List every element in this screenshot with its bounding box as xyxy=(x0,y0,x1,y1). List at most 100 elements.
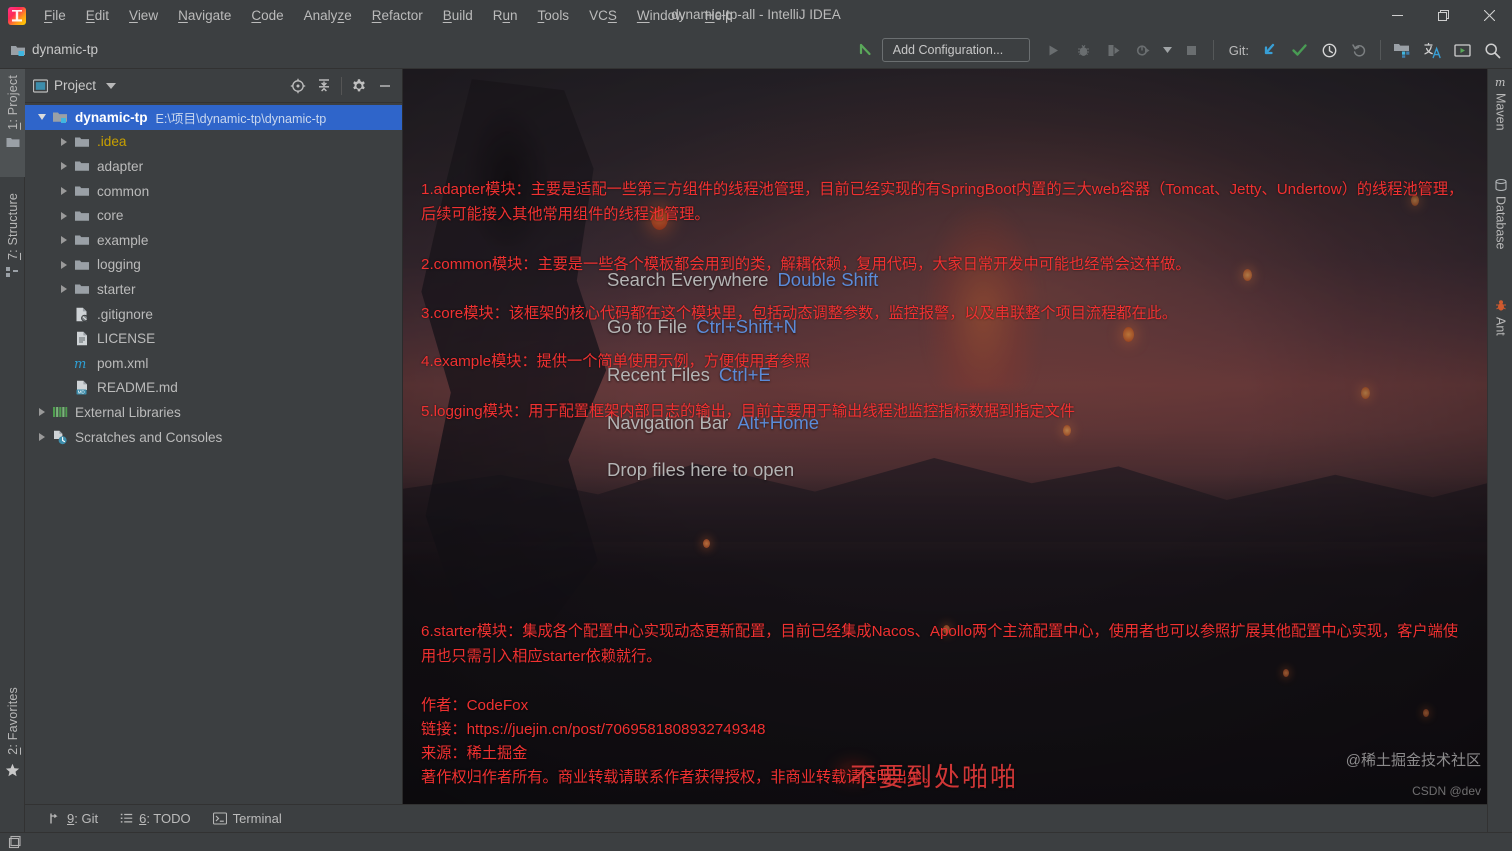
tree-row[interactable]: MD README.md xyxy=(25,376,402,401)
profiler-button[interactable] xyxy=(1130,36,1158,64)
tree-twisty-closed-icon[interactable] xyxy=(55,211,73,220)
editor-empty-area[interactable]: Search Everywhere Double Shift Go to File… xyxy=(403,69,1487,804)
sidebar-item-maven[interactable]: m Maven xyxy=(1488,75,1512,131)
tree-item-label: common xyxy=(97,183,150,199)
chevron-icon xyxy=(39,433,45,442)
chevron-icon xyxy=(61,236,67,245)
tree-row[interactable]: logging xyxy=(25,253,402,278)
markdown-file-icon: MD xyxy=(73,380,91,396)
memory-indicator-icon[interactable] xyxy=(8,835,22,849)
tree-item-label: Scratches and Consoles xyxy=(75,429,223,445)
profiler-icon xyxy=(1137,44,1150,56)
project-settings-button[interactable] xyxy=(346,73,372,99)
presentation-button[interactable] xyxy=(1448,36,1476,64)
tree-twisty-closed-icon[interactable] xyxy=(55,236,73,245)
title-bar: File Edit View Navigate Code Analyze Ref… xyxy=(0,0,1512,31)
tree-row[interactable]: LICENSE xyxy=(25,326,402,351)
menu-analyze[interactable]: Analyze xyxy=(294,4,362,27)
svg-text:m: m xyxy=(1495,76,1505,88)
chevron-icon xyxy=(61,211,67,220)
sidebar-item-maven-label: Maven xyxy=(1493,93,1508,131)
search-everywhere-button[interactable] xyxy=(1478,36,1506,64)
tree-item-label: pom.xml xyxy=(97,355,149,371)
run-dropdown-button[interactable] xyxy=(1160,36,1176,64)
sidebar-item-favorites[interactable]: 2: Favorites xyxy=(0,681,25,801)
menu-edit[interactable]: Edit xyxy=(76,4,119,27)
bottom-item-git[interactable]: 9: Git xyxy=(39,808,107,829)
git-commit-button[interactable] xyxy=(1285,36,1313,64)
tree-item-label: logging xyxy=(97,257,141,273)
minimize-button[interactable] xyxy=(1374,0,1420,31)
git-rollback-button[interactable] xyxy=(1345,36,1373,64)
bottom-item-todo[interactable]: 6: TODO xyxy=(111,808,200,829)
main-toolbar: dynamic-tp Add Configuration... Git: xyxy=(0,31,1512,69)
sidebar-item-database[interactable]: Database xyxy=(1488,179,1512,250)
svg-text:m: m xyxy=(74,357,86,371)
menu-refactor[interactable]: Refactor xyxy=(362,4,433,27)
tree-row[interactable]: .idea xyxy=(25,130,402,155)
project-tree[interactable]: dynamic-tp E:\项目\dynamic-tp\dynamic-tp .id… xyxy=(25,103,402,804)
tree-item-label: starter xyxy=(97,281,136,297)
breadcrumb[interactable]: dynamic-tp xyxy=(10,42,98,57)
sidebar-item-ant[interactable]: Ant xyxy=(1488,299,1512,336)
window-title: dynamic-tp-all - IntelliJ IDEA xyxy=(671,7,841,22)
project-structure-icon xyxy=(1394,44,1410,58)
select-opened-file-button[interactable] xyxy=(285,73,311,99)
translate-button[interactable] xyxy=(1418,36,1446,64)
bottom-item-terminal[interactable]: Terminal xyxy=(204,808,291,829)
tree-twisty-closed-icon[interactable] xyxy=(33,433,51,442)
tree-twisty-closed-icon[interactable] xyxy=(55,260,73,269)
sidebar-item-project[interactable]: 1: Project xyxy=(0,69,25,177)
git-branch-icon xyxy=(48,812,61,825)
close-button[interactable] xyxy=(1466,0,1512,31)
project-structure-button[interactable] xyxy=(1388,36,1416,64)
tree-row[interactable]: Scratches and Consoles xyxy=(25,425,402,450)
left-tool-stripe: 1: Project 7: Structure 2: Favorites xyxy=(0,69,25,851)
run-button[interactable] xyxy=(1040,36,1068,64)
debug-button[interactable] xyxy=(1070,36,1098,64)
bottom-item-terminal-label: Terminal xyxy=(232,811,282,826)
menu-run[interactable]: Run xyxy=(483,4,528,27)
git-rollback-icon xyxy=(1351,43,1365,56)
tree-twisty-closed-icon[interactable] xyxy=(33,408,51,417)
tree-row[interactable]: dynamic-tp E:\项目\dynamic-tp\dynamic-tp xyxy=(25,105,402,130)
tree-twisty-closed-icon[interactable] xyxy=(55,285,73,294)
tree-row[interactable]: example xyxy=(25,228,402,253)
tree-item-label: LICENSE xyxy=(97,331,156,347)
tree-row[interactable]: External Libraries xyxy=(25,400,402,425)
sidebar-item-structure-label: 7: Structure xyxy=(5,193,20,261)
tree-row[interactable]: starter xyxy=(25,277,402,302)
restore-button[interactable] xyxy=(1420,0,1466,31)
git-history-button[interactable] xyxy=(1315,36,1343,64)
menu-build[interactable]: Build xyxy=(433,4,483,27)
tree-twisty-open-icon[interactable] xyxy=(33,114,51,121)
red-note-common: 2.common模块：主要是一些各个模板都会用到的类，解耦依赖，复用代码，大家日… xyxy=(421,256,1191,273)
project-view-dropdown[interactable] xyxy=(106,82,117,89)
tree-row[interactable]: common xyxy=(25,179,402,204)
run-with-coverage-button[interactable] xyxy=(1100,36,1128,64)
git-history-icon xyxy=(1322,43,1336,57)
git-update-button[interactable] xyxy=(1255,36,1283,64)
menu-view[interactable]: View xyxy=(119,4,168,27)
run-configuration-selector[interactable]: Add Configuration... xyxy=(881,38,1030,62)
tree-row[interactable]: m pom.xml xyxy=(25,351,402,376)
menu-tools[interactable]: Tools xyxy=(528,4,580,27)
tree-row[interactable]: core xyxy=(25,203,402,228)
sidebar-item-structure[interactable]: 7: Structure xyxy=(0,187,25,307)
menu-code[interactable]: Code xyxy=(241,4,293,27)
collapse-all-button[interactable] xyxy=(311,73,337,99)
hide-panel-button[interactable] xyxy=(372,73,398,99)
menu-vcs[interactable]: VCS xyxy=(579,4,627,27)
menu-file[interactable]: File xyxy=(34,4,76,27)
gitignore-file-icon xyxy=(73,306,91,322)
tree-twisty-closed-icon[interactable] xyxy=(55,187,73,196)
menu-bar: File Edit View Navigate Code Analyze Ref… xyxy=(34,0,743,31)
tree-twisty-closed-icon[interactable] xyxy=(55,137,73,146)
menu-navigate[interactable]: Navigate xyxy=(168,4,241,27)
tree-twisty-closed-icon[interactable] xyxy=(55,162,73,171)
stop-button[interactable] xyxy=(1178,36,1206,64)
tree-row[interactable]: .gitignore xyxy=(25,302,402,327)
tree-row[interactable]: adapter xyxy=(25,154,402,179)
ant-icon xyxy=(1494,299,1508,312)
back-button[interactable] xyxy=(852,36,880,64)
